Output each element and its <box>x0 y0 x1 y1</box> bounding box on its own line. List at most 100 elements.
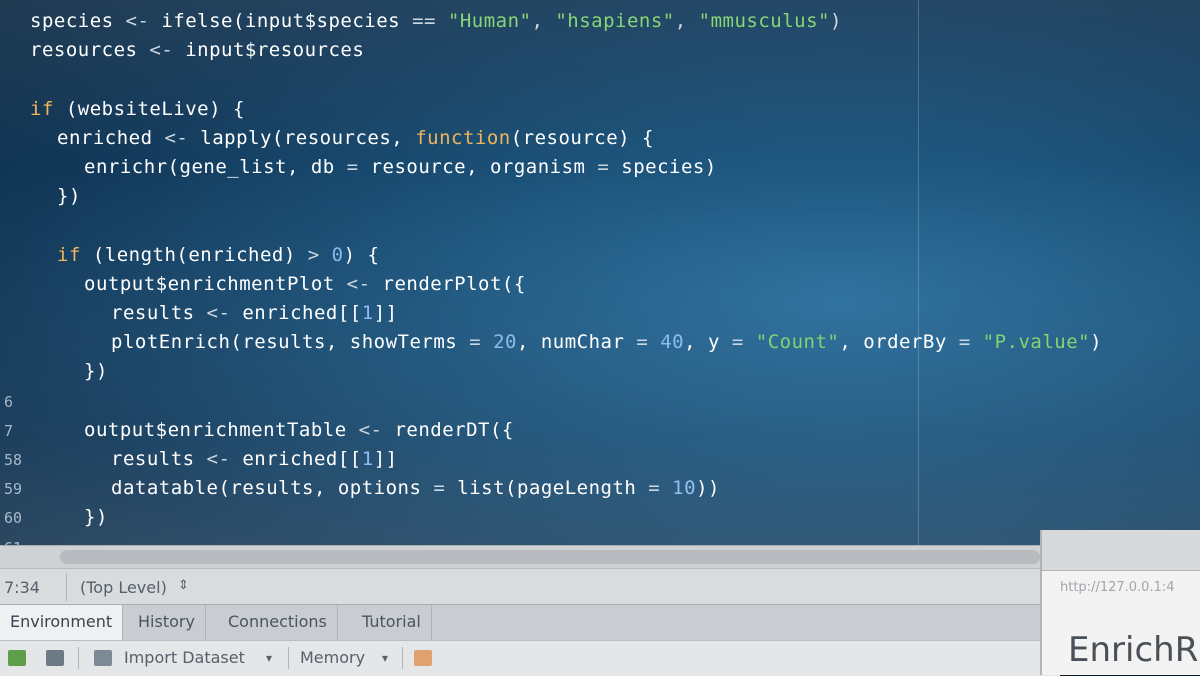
code-line[interactable]: species <- ifelse(input$species == "Huma… <box>30 10 842 32</box>
code-token: (resource) { <box>510 126 654 149</box>
memory-dropdown-chevron-icon[interactable]: ▾ <box>382 651 388 665</box>
code-line[interactable]: enriched <- lapply(resources, function(r… <box>57 127 654 149</box>
code-token: ]] <box>373 302 398 324</box>
code-token: <- <box>206 448 243 470</box>
code-token: , orderBy <box>839 331 959 354</box>
code-line[interactable]: }) <box>84 506 108 528</box>
code-token: resources <box>30 39 150 62</box>
code-token: datatable(results, options <box>111 477 434 500</box>
code-token: function <box>415 126 511 149</box>
code-token: <- <box>164 126 201 149</box>
viewer-window: http://127.0.0.1:4 EnrichR <box>1040 530 1200 675</box>
code-token: lapply(resources, <box>200 126 416 149</box>
code-token: input$resources <box>185 39 365 62</box>
editor-status-bar: 7:34 (Top Level) ⇕ <box>0 568 1060 605</box>
code-token: renderDT({ <box>394 418 514 441</box>
code-line[interactable]: }) <box>57 185 81 207</box>
code-line[interactable]: plotEnrich(results, showTerms = 20, numC… <box>111 331 1102 353</box>
code-token: <- <box>346 272 383 295</box>
code-token: }) <box>57 185 81 208</box>
code-token: results <box>111 302 207 324</box>
print-margin-line <box>918 0 919 545</box>
line-number: 58 <box>4 451 23 469</box>
code-token: > <box>307 243 332 266</box>
code-line[interactable]: resources <- input$resources <box>30 39 364 61</box>
scrollbar-thumb[interactable] <box>60 550 1040 564</box>
code-line[interactable]: datatable(results, options = list(pageLe… <box>111 477 720 499</box>
code-token: , numChar <box>516 331 637 354</box>
load-workspace-icon[interactable] <box>8 650 26 666</box>
clear-broom-icon[interactable] <box>414 650 432 666</box>
toolbar-divider <box>288 647 289 669</box>
environment-toolbar: Import Dataset ▾ Memory ▾ <box>0 640 1060 676</box>
environment-pane-tabs: Environment History Connections Tutorial <box>0 604 1060 641</box>
code-token: 1 <box>361 448 374 470</box>
line-number: 60 <box>4 509 23 528</box>
status-divider <box>66 573 67 601</box>
code-line[interactable]: results <- enriched[[1]] <box>111 448 398 470</box>
code-token: <- <box>149 39 186 62</box>
code-token: if <box>57 243 93 266</box>
code-token: enriched[[ <box>242 448 362 470</box>
viewer-app-title: EnrichR <box>1068 630 1199 670</box>
code-token: enriched <box>57 126 165 149</box>
code-token: "mmusculus" <box>698 10 830 32</box>
code-token: 0 <box>331 243 344 266</box>
code-line[interactable]: if (length(enriched) > 0) { <box>57 244 379 266</box>
code-line[interactable]: output$enrichmentTable <- renderDT({ <box>84 419 514 441</box>
horizontal-scrollbar[interactable] <box>0 545 1060 569</box>
code-token: = <box>636 331 661 354</box>
code-token: enrichr(gene_list, db <box>84 156 347 178</box>
code-token: }) <box>84 506 108 529</box>
code-token: resource, organism <box>370 156 598 178</box>
code-editor[interactable]: species <- ifelse(input$species == "Huma… <box>0 0 1200 545</box>
code-token: 10 <box>672 477 697 500</box>
code-token: species) <box>621 156 717 178</box>
code-token: = <box>346 156 371 178</box>
code-token: results <box>111 448 207 470</box>
code-token: "hsapiens" <box>555 10 675 32</box>
scope-selector[interactable]: (Top Level) <box>80 578 167 597</box>
code-token: species <box>30 10 126 32</box>
save-workspace-icon[interactable] <box>46 650 64 666</box>
code-token: if <box>30 97 66 120</box>
code-token: ]] <box>373 448 398 470</box>
code-token: )) <box>696 477 720 500</box>
toolbar-divider <box>402 647 403 669</box>
code-token: (websiteLive) { <box>65 97 245 120</box>
code-token: (length(enriched) <box>92 243 308 266</box>
code-line[interactable]: }) <box>84 360 108 382</box>
code-token: output$enrichmentPlot <box>84 272 347 295</box>
viewer-url[interactable]: http://127.0.0.1:4 <box>1060 580 1175 595</box>
scope-chevron-icon[interactable]: ⇕ <box>178 578 189 593</box>
code-line[interactable]: output$enrichmentPlot <- renderPlot({ <box>84 273 526 295</box>
import-dataset-button[interactable]: Import Dataset <box>124 648 245 667</box>
code-token: == <box>412 10 448 32</box>
cursor-position: 7:34 <box>4 578 40 597</box>
tab-environment[interactable]: Environment <box>0 605 124 641</box>
code-token: = <box>433 477 458 500</box>
code-token: = <box>648 477 673 500</box>
code-token: 20 <box>493 331 517 354</box>
code-token: "Count" <box>755 331 840 354</box>
code-token: <- <box>125 10 162 32</box>
code-line[interactable]: if (websiteLive) { <box>30 98 245 120</box>
import-dataset-icon[interactable] <box>94 650 112 666</box>
code-token: , y <box>684 331 732 354</box>
code-token: plotEnrich(results, showTerms <box>111 331 470 354</box>
code-token: ) <box>1090 331 1103 354</box>
code-token: output$enrichmentTable <box>84 418 359 441</box>
code-token: = <box>731 331 756 354</box>
import-dropdown-chevron-icon[interactable]: ▾ <box>266 651 272 665</box>
viewer-toolbar <box>1042 530 1200 571</box>
tab-tutorial[interactable]: Tutorial <box>352 605 432 641</box>
code-line[interactable]: enrichr(gene_list, db = resource, organi… <box>84 156 717 178</box>
code-line[interactable]: results <- enriched[[1]] <box>111 302 398 324</box>
memory-usage-button[interactable]: Memory <box>300 648 365 667</box>
tab-connections[interactable]: Connections <box>218 605 338 641</box>
code-token: "Human" <box>447 10 532 32</box>
code-token: renderPlot({ <box>382 272 526 295</box>
code-token: = <box>958 331 983 354</box>
code-token: <- <box>358 418 395 441</box>
tab-history[interactable]: History <box>128 605 206 641</box>
